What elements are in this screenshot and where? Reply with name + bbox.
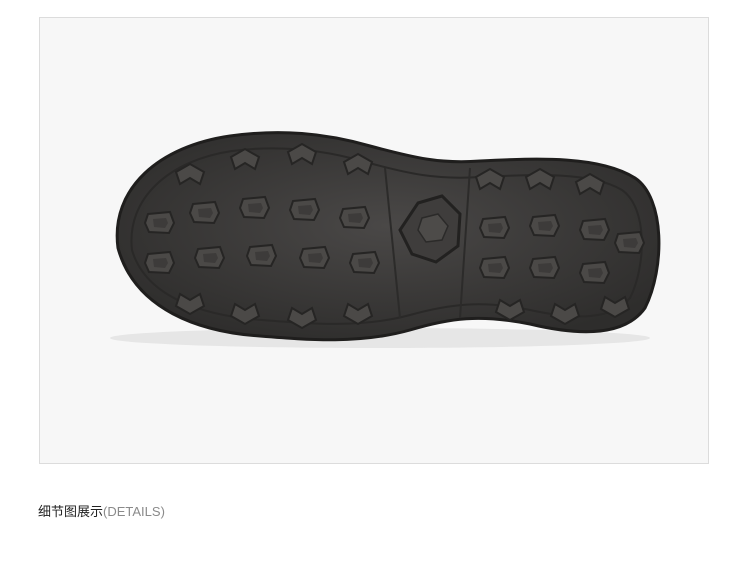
caption: 细节图展示(DETAILS): [38, 504, 165, 521]
product-photo: [39, 17, 709, 464]
caption-title: 细节图展示: [38, 505, 104, 520]
shoe-sole-icon: [110, 131, 661, 348]
caption-subtitle: (DETAILS): [103, 504, 165, 519]
